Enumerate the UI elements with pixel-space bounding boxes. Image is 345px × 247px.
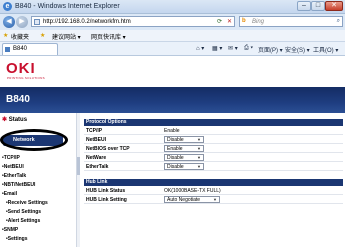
- netware-select[interactable]: Disable ▼: [164, 154, 204, 161]
- sidebar-item-netbeui[interactable]: •NetBEUI: [2, 164, 24, 170]
- row-label: HUB Link Setting: [86, 197, 127, 203]
- scrollbar-thumb[interactable]: [77, 157, 80, 175]
- row-label: TCP/IP: [86, 128, 103, 134]
- tab-b840[interactable]: B840: [2, 43, 58, 55]
- print-icon[interactable]: ⎙ ▾: [244, 45, 253, 52]
- sidebar-item-snmp[interactable]: •SNMP: [2, 227, 18, 233]
- chevron-down-icon: ▼: [197, 155, 201, 160]
- maximize-button[interactable]: □: [311, 1, 325, 11]
- status-bullet-icon: ✱: [2, 117, 9, 123]
- home-icon[interactable]: ⌂ ▾: [196, 45, 204, 52]
- tab-bar: B840 ⌂ ▾ ▦ ▾ ✉ ▾ ⎙ ▾ 页面(P) ▾ 安全(S) ▾ 工具(…: [0, 42, 345, 56]
- sidebar: ✱ Status Network •TCP/IP •NetBEUI •Ether…: [0, 113, 80, 247]
- chevron-down-icon: ▼: [213, 197, 217, 202]
- protocol-options-heading: Protocol Options: [84, 119, 343, 126]
- row-label: HUB Link Status: [86, 188, 126, 194]
- favorites-star-icon[interactable]: ★: [3, 32, 8, 39]
- sidebar-scrollbar[interactable]: [76, 113, 80, 247]
- chevron-down-icon: ▼: [197, 164, 201, 169]
- url-text: http://192.168.0.2/networkfm.htm: [43, 19, 131, 25]
- safety-menu[interactable]: 安全(S) ▾: [285, 45, 310, 54]
- tools-menu[interactable]: 工具(O) ▾: [313, 45, 338, 54]
- page-icon: [34, 19, 40, 25]
- web-page: OKI PRINTING SOLUTIONS B840 ✱ Status Net…: [0, 57, 345, 247]
- table-row: EtherTalk Disable ▼: [84, 162, 343, 171]
- sidebar-item-snmp-settings[interactable]: •Settings: [6, 236, 27, 242]
- sidebar-item-status[interactable]: ✱ Status: [2, 116, 27, 123]
- back-button[interactable]: ◀: [3, 16, 15, 28]
- row-label: NetBIOS over TCP: [86, 146, 130, 152]
- sidebar-item-ethertalk[interactable]: •EtherTalk: [2, 173, 26, 179]
- model-banner: B840: [0, 87, 345, 113]
- row-label: NetWare: [86, 155, 107, 161]
- stop-icon[interactable]: ✕: [227, 18, 232, 25]
- sidebar-item-receive-settings[interactable]: •Receive Settings: [6, 200, 48, 206]
- table-row: NetBIOS over TCP Enable ▼: [84, 144, 343, 153]
- bing-icon: b: [242, 18, 246, 24]
- oki-tagline: PRINTING SOLUTIONS: [7, 76, 45, 80]
- sidebar-item-tcpip[interactable]: •TCP/IP: [2, 155, 20, 161]
- favorites-button[interactable]: 收藏夹: [11, 32, 29, 41]
- refresh-icon[interactable]: ⟳: [217, 18, 222, 25]
- row-label: NetBEUI: [86, 137, 107, 143]
- web-slice-gallery-link[interactable]: 网页快讯库 ▾: [91, 32, 126, 41]
- main-content: Protocol Options TCP/IP Enable NetBEUI D…: [84, 113, 343, 247]
- add-favorites-icon[interactable]: ★: [40, 32, 45, 39]
- sidebar-item-alert-settings[interactable]: •Alert Settings: [6, 218, 40, 224]
- ie-icon: e: [3, 2, 12, 11]
- table-row: HUB Link Setting Auto Negotiate ▼: [84, 195, 343, 204]
- hub-link-status-value: OK(1000BASE-TX FULL): [164, 188, 221, 194]
- chevron-down-icon: ▼: [197, 137, 201, 142]
- forward-button[interactable]: ▶: [16, 16, 28, 28]
- model-title: B840: [6, 94, 30, 105]
- window-title-bar: e B840 - Windows Internet Explorer – □ ✕: [0, 0, 345, 14]
- hub-link-setting-select[interactable]: Auto Negotiate ▼: [164, 196, 220, 203]
- row-label: EtherTalk: [86, 164, 109, 170]
- tab-label: B840: [13, 46, 28, 52]
- highlight-circle: [0, 129, 68, 151]
- chevron-down-icon: ▼: [197, 146, 201, 151]
- minimize-button[interactable]: –: [297, 1, 311, 11]
- search-icon[interactable]: ⌕: [337, 18, 340, 25]
- hub-link-heading: Hub Link: [84, 179, 343, 186]
- window-title: B840 - Windows Internet Explorer: [15, 3, 120, 10]
- address-bar: ◀ ▶ http://192.168.0.2/networkfm.htm ⟳ ✕…: [0, 14, 345, 30]
- table-row: NetBEUI Disable ▼: [84, 135, 343, 144]
- search-placeholder: Bing: [252, 19, 265, 25]
- ethertalk-select[interactable]: Disable ▼: [164, 163, 204, 170]
- url-field[interactable]: http://192.168.0.2/networkfm.htm ⟳ ✕: [31, 16, 235, 27]
- row-value: Enable: [164, 128, 180, 134]
- sidebar-item-send-settings[interactable]: •Send Settings: [6, 209, 41, 215]
- close-button[interactable]: ✕: [325, 1, 343, 11]
- tab-page-icon: [5, 47, 10, 52]
- mail-icon[interactable]: ✉ ▾: [228, 45, 238, 52]
- brand-header: OKI PRINTING SOLUTIONS: [0, 57, 345, 83]
- page-menu[interactable]: 页面(P) ▾: [258, 45, 283, 54]
- favorites-bar: ★ 收藏夹 ★ 建议网站 ▾ 网页快讯库 ▾: [0, 30, 345, 42]
- table-row: TCP/IP Enable: [84, 126, 343, 135]
- sidebar-item-nbt-netbeui[interactable]: •NBT/NetBEUI: [2, 182, 35, 188]
- feeds-icon[interactable]: ▦ ▾: [212, 45, 222, 52]
- table-row: NetWare Disable ▼: [84, 153, 343, 162]
- suggested-sites-link[interactable]: 建议网站 ▾: [52, 32, 81, 41]
- search-input[interactable]: b Bing ⌕: [239, 16, 343, 27]
- netbeui-select[interactable]: Disable ▼: [164, 136, 204, 143]
- table-row: HUB Link Status OK(1000BASE-TX FULL): [84, 186, 343, 195]
- netbios-select[interactable]: Enable ▼: [164, 145, 204, 152]
- oki-logo: OKI: [6, 60, 36, 77]
- sidebar-item-email[interactable]: •Email: [2, 191, 17, 197]
